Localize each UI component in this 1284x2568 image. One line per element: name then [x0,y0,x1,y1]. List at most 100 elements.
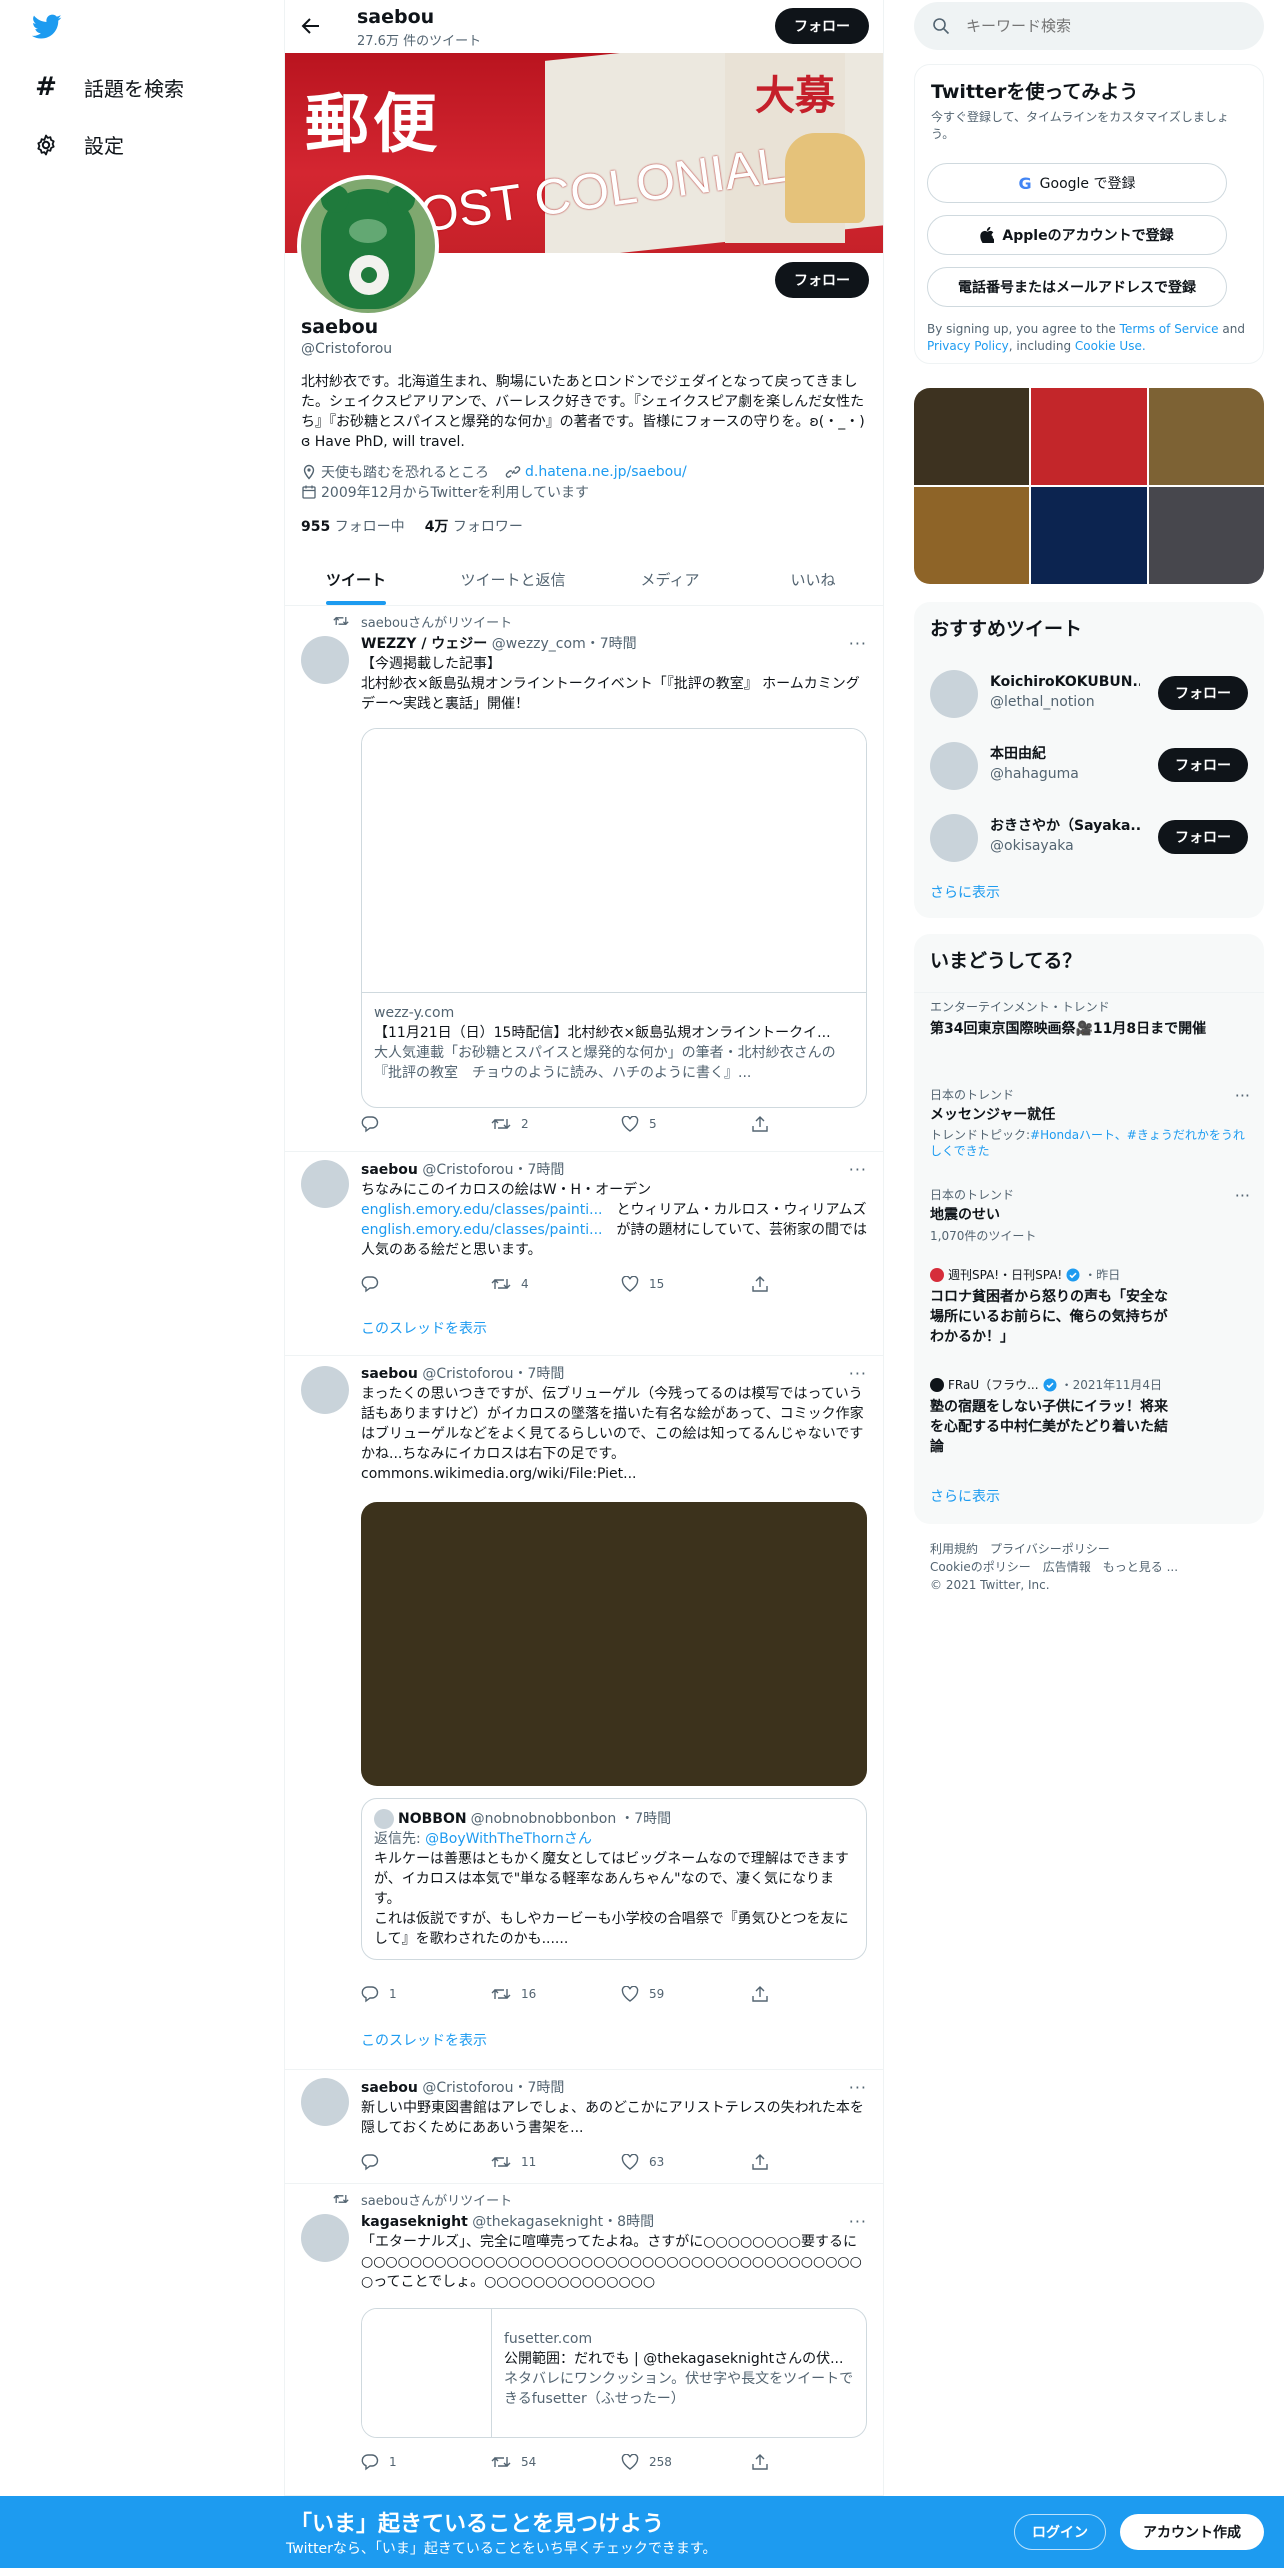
tab-likes[interactable]: いいね [741,553,883,605]
tweet[interactable]: saebou @Cristoforou・7時間 新しい中野東図書館はアレでしょ、… [285,2070,883,2184]
like-button[interactable]: 258 [621,2452,751,2472]
show-thread-link[interactable]: このスレッドを表示 [361,2030,487,2050]
retweet-button[interactable]: 4 [491,1274,621,1294]
avatar[interactable] [301,636,349,684]
apple-signup-button[interactable]: Appleのアカウントで登録 [927,215,1227,255]
share-button[interactable] [751,1274,791,1294]
back-arrow-icon[interactable] [301,16,321,36]
tweet-author-name[interactable]: saebou [361,2080,418,2096]
news-item[interactable]: FRaU（フラウ... ・2021年11月4日 塾の宿題をしない子供にイラッ！将… [930,1376,1250,1457]
tweet-link[interactable]: english.emory.edu/classes/painti... [361,1222,603,1238]
tweet-author-name[interactable]: saebou [361,1366,418,1382]
trend-item[interactable]: 日本のトレンド 地震のせい 1,070件のツイート ··· [930,1186,1250,1244]
suggested-follow-button[interactable]: フォロー [1158,748,1248,782]
link-card[interactable]: wezz-y.com 【11月21日（日）15時配信】北村紗衣×飯島弘規オンライ… [361,728,867,1108]
quote-reply-to[interactable]: @BoyWithTheThornさん [425,1831,592,1847]
following-stat[interactable]: 955 フォロー中 [301,516,405,536]
retweet-button[interactable]: 54 [491,2452,621,2472]
reply-button[interactable] [361,1114,491,1134]
media-thumbnail[interactable] [1031,487,1147,584]
more-icon[interactable]: ··· [849,1364,867,1383]
retweet-button[interactable]: 11 [491,2152,621,2172]
followers-stat[interactable]: 4万 フォロワー [425,516,523,536]
like-button[interactable]: 15 [621,1274,751,1294]
tweet[interactable]: saebouさんがリツイート WEZZY / ウェジー @wezzy_com・7… [285,606,883,1152]
privacy-link[interactable]: Privacy Policy [927,339,1009,353]
search-input[interactable] [966,17,1246,35]
media-thumbnail[interactable] [914,487,1030,584]
link-card[interactable]: fusetter.com 公開範囲：だれでも | @thekagaseknigh… [361,2308,867,2438]
quoted-tweet[interactable]: NOBBON @nobnobnobbonbon ・7時間 返信先: @BoyWit… [361,1798,867,1960]
more-icon[interactable]: ··· [849,2212,867,2231]
tab-media[interactable]: メディア [599,553,741,605]
nav-explore[interactable]: # 話題を検索 [32,72,184,102]
cookie-link[interactable]: Cookie Use. [1075,339,1146,353]
login-button[interactable]: ログイン [1014,2514,1106,2550]
tweet-time[interactable]: ・8時間 [603,2214,654,2230]
more-icon[interactable]: ··· [849,634,867,653]
suggested-follow-button[interactable]: フォロー [1158,676,1248,710]
avatar[interactable] [301,2214,349,2262]
tweet-time[interactable]: ・7時間 [514,1366,565,1382]
suggested-user[interactable]: おきさやか（Sayaka... @okisayaka フォロー [914,802,1264,874]
tweet-time[interactable]: ・7時間 [514,2080,565,2096]
nav-settings[interactable]: 設定 [32,130,124,159]
share-button[interactable] [751,1114,791,1134]
suggested-user[interactable]: KoichiroKOKUBUN... @lethal_notion フォロー [914,658,1264,730]
share-button[interactable] [751,2152,791,2172]
profile-website-link[interactable]: d.hatena.ne.jp/saebou/ [525,464,687,480]
twitter-logo-icon[interactable] [32,14,62,40]
tab-tweets[interactable]: ツイート [285,553,427,605]
more-icon[interactable]: ··· [1235,1186,1250,1205]
avatar[interactable] [301,1366,349,1414]
avatar[interactable] [301,1160,349,1208]
tweet-author-handle[interactable]: @wezzy_com [492,636,586,652]
reply-button[interactable]: 1 [361,2452,491,2472]
search-box[interactable] [914,2,1264,50]
media-thumbnail[interactable] [1031,388,1147,485]
like-button[interactable]: 5 [621,1114,751,1134]
more-icon[interactable]: ··· [1235,1086,1250,1105]
terms-link[interactable]: Terms of Service [1120,322,1219,336]
tweet-author-handle[interactable]: @Cristoforou [422,2080,513,2096]
suggested-user[interactable]: 本田由紀 @hahaguma フォロー [914,730,1264,802]
tweet[interactable]: saebou @Cristoforou・7時間 ちなみにこのイカロスの絵はW・H… [285,1152,883,1356]
footer-privacy[interactable]: プライバシーポリシー [990,1542,1110,1556]
phone-signup-button[interactable]: 電話番号またはメールアドレスで登録 [927,267,1227,307]
tweet-author-name[interactable]: WEZZY / ウェジー [361,636,487,652]
tweet-time[interactable]: ・7時間 [514,1162,565,1178]
signup-button[interactable]: アカウント作成 [1120,2514,1264,2550]
footer-ads[interactable]: 広告情報 [1043,1560,1091,1574]
trend-item[interactable]: 日本のトレンド メッセンジャー就任 トレンドトピック:#Hondaハート、#きょ… [930,1086,1250,1159]
profile-follow-button[interactable]: フォロー [775,262,869,298]
tweet-author-name[interactable]: kagaseknight [361,2214,468,2230]
tweet-author-handle[interactable]: @Cristoforou [422,1366,513,1382]
footer-more[interactable]: もっと見る ... [1103,1560,1178,1574]
reply-button[interactable]: 1 [361,1984,491,2004]
media-thumbnail[interactable] [1148,388,1264,485]
suggested-show-more[interactable]: さらに表示 [930,882,1000,902]
google-signup-button[interactable]: G Google で登録 [927,163,1227,203]
tweet[interactable]: saebouさんがリツイート kagaseknight @thekagasekn… [285,2184,883,2496]
media-thumbnail[interactable] [914,388,1030,485]
more-icon[interactable]: ··· [849,1160,867,1179]
trends-show-more[interactable]: さらに表示 [930,1486,1000,1506]
share-button[interactable] [751,2452,791,2472]
more-icon[interactable]: ··· [849,2078,867,2097]
tweet-link[interactable]: english.emory.edu/classes/painti... [361,1202,603,1218]
share-button[interactable] [751,1984,791,2004]
tweet-author-handle[interactable]: @thekagaseknight [472,2214,603,2230]
suggested-follow-button[interactable]: フォロー [1158,820,1248,854]
retweet-button[interactable]: 2 [491,1114,621,1134]
tweet-image[interactable] [361,1502,867,1786]
tweet-author-name[interactable]: saebou [361,1162,418,1178]
footer-cookie[interactable]: Cookieのポリシー [930,1560,1031,1574]
reply-button[interactable] [361,1274,491,1294]
retweet-button[interactable]: 16 [491,1984,621,2004]
header-follow-button[interactable]: フォロー [775,8,869,44]
reply-button[interactable] [361,2152,491,2172]
tweet[interactable]: saebou @Cristoforou・7時間 まったくの思いつきですが、伝ブリ… [285,1356,883,2070]
tab-tweets-and-replies[interactable]: ツイートと返信 [427,553,599,605]
media-thumbnail[interactable] [1148,487,1264,584]
avatar[interactable] [301,2078,349,2126]
